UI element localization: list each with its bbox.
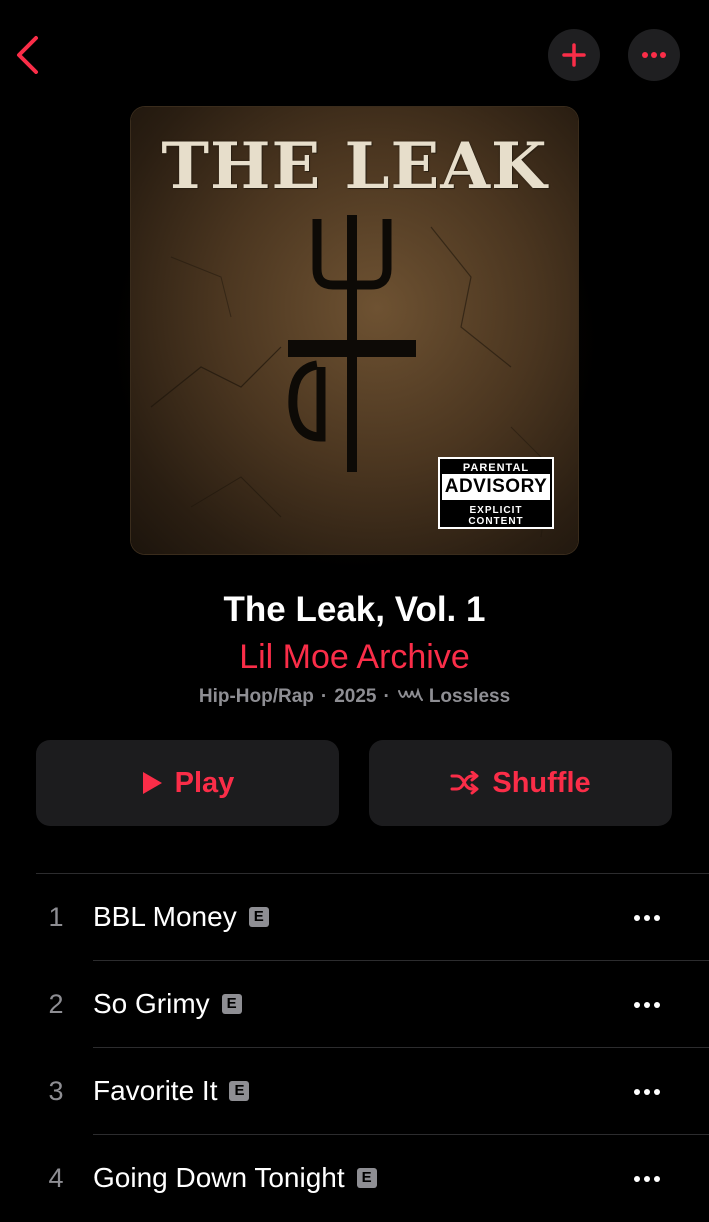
- more-options-button[interactable]: [628, 29, 680, 81]
- chevron-left-icon: [17, 36, 38, 74]
- play-icon: [142, 772, 162, 794]
- track-title-text: Favorite It: [93, 1075, 218, 1106]
- quality-text: Lossless: [428, 686, 511, 707]
- track-title: BBL Money E: [93, 901, 269, 933]
- plus-icon: [562, 43, 586, 67]
- track-title-text: BBL Money: [93, 901, 237, 932]
- separator: ·: [383, 686, 390, 707]
- track-number: 1: [48, 902, 64, 932]
- track-title: Going Down Tonight E: [93, 1162, 377, 1194]
- advisory-bottom-text: EXPLICIT CONTENT: [468, 505, 524, 527]
- shuffle-button[interactable]: Shuffle: [369, 740, 672, 826]
- play-label: Play: [174, 766, 235, 799]
- back-button[interactable]: [10, 34, 50, 74]
- parental-advisory-label: PARENTAL ADVISORY EXPLICIT CONTENT: [438, 457, 554, 529]
- shuffle-icon: [450, 771, 479, 795]
- track-row[interactable]: 3 Favorite It E: [0, 1048, 709, 1135]
- add-to-library-button[interactable]: [548, 29, 600, 81]
- lossless-icon: [397, 688, 423, 701]
- play-button[interactable]: Play: [36, 740, 339, 826]
- album-metadata: Hip-Hop/Rap · 2025 · Lossless: [0, 686, 709, 708]
- artist-link[interactable]: Lil Moe Archive: [0, 638, 709, 677]
- year-text: 2025: [334, 686, 377, 707]
- track-row[interactable]: 4 Going Down Tonight E: [0, 1135, 709, 1222]
- track-more-button[interactable]: [620, 1163, 674, 1195]
- advisory-mid-text: ADVISORY: [442, 474, 550, 500]
- explicit-badge: E: [356, 1168, 377, 1188]
- explicit-badge: E: [229, 1081, 250, 1101]
- track-title: Favorite It E: [93, 1075, 250, 1107]
- track-row[interactable]: 1 BBL Money E: [0, 874, 709, 961]
- track-more-button[interactable]: [620, 902, 674, 934]
- explicit-badge: E: [248, 907, 269, 927]
- explicit-badge: E: [221, 994, 242, 1014]
- track-title-text: Going Down Tonight: [93, 1162, 345, 1193]
- track-title: So Grimy E: [93, 988, 242, 1020]
- track-title-text: So Grimy: [93, 988, 210, 1019]
- track-number: 3: [48, 1076, 64, 1106]
- track-number: 2: [48, 989, 64, 1019]
- track-row[interactable]: 2 So Grimy E: [0, 961, 709, 1048]
- track-more-button[interactable]: [620, 1076, 674, 1108]
- track-more-button[interactable]: [620, 989, 674, 1021]
- separator: ·: [320, 686, 328, 707]
- genre-text: Hip-Hop/Rap: [198, 686, 314, 707]
- track-number: 4: [48, 1163, 64, 1193]
- advisory-top-text: PARENTAL: [462, 462, 530, 474]
- album-title: The Leak, Vol. 1: [223, 590, 486, 629]
- shuffle-label: Shuffle: [492, 766, 591, 799]
- ellipsis-icon: [642, 52, 666, 58]
- album-artwork[interactable]: THE LEAK PARENTAL ADVISORY EXPLICIT CONT…: [131, 107, 578, 554]
